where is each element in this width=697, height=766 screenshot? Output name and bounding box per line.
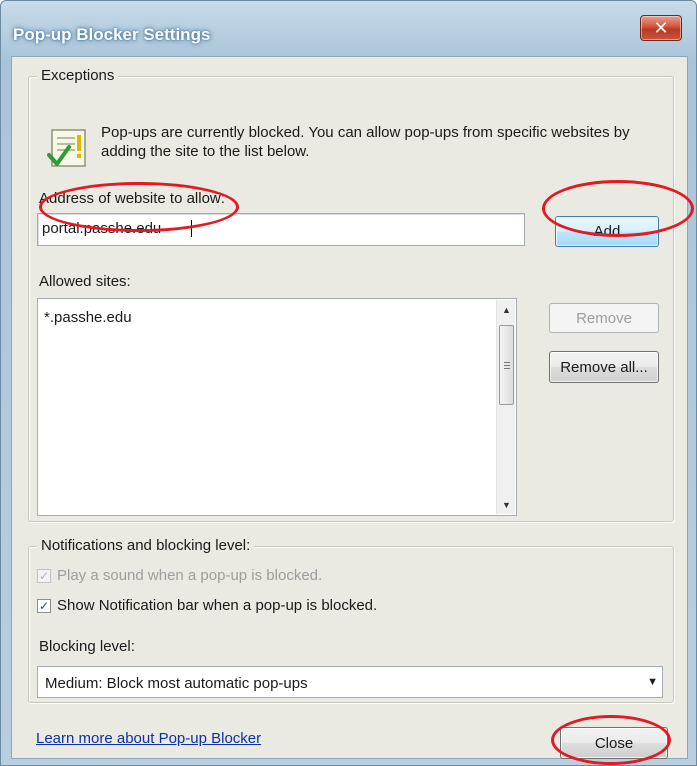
- play-sound-label: Play a sound when a pop-up is blocked.: [57, 567, 323, 584]
- close-x-icon[interactable]: ✕: [640, 15, 682, 41]
- exceptions-group: Exceptions Pop-ups are currently blocked…: [28, 67, 674, 522]
- notifications-legend: Notifications and blocking level:: [37, 537, 255, 554]
- address-input[interactable]: portal.passhe.edu: [37, 213, 525, 246]
- scrollbar-thumb[interactable]: [499, 325, 514, 405]
- list-item[interactable]: *.passhe.edu: [44, 309, 132, 326]
- learn-more-link[interactable]: Learn more about Pop-up Blocker: [36, 730, 261, 747]
- dropdown-arrow-icon[interactable]: ▼: [647, 676, 658, 688]
- remove-all-button[interactable]: Remove all...: [549, 351, 659, 383]
- exceptions-legend: Exceptions: [37, 67, 119, 84]
- dialog-window: Pop-up Blocker Settings ✕ Exceptions Pop…: [0, 0, 697, 766]
- address-label: Address of website to allow:: [39, 190, 225, 207]
- address-input-value: portal.passhe.edu: [42, 220, 162, 237]
- notifications-group: Notifications and blocking level: ✓ Play…: [28, 537, 674, 703]
- blocking-level-label: Blocking level:: [39, 638, 135, 655]
- scroll-up-icon[interactable]: ▲: [497, 300, 516, 319]
- text-caret: [191, 220, 192, 237]
- vertical-scrollbar[interactable]: ▲ ▼: [496, 300, 515, 514]
- add-button[interactable]: Add: [555, 216, 659, 247]
- blocking-level-select[interactable]: Medium: Block most automatic pop-ups ▼: [37, 666, 663, 698]
- remove-button[interactable]: Remove: [549, 303, 659, 333]
- info-text: Pop-ups are currently blocked. You can a…: [101, 124, 630, 160]
- show-notification-bar-label: Show Notification bar when a pop-up is b…: [57, 597, 378, 614]
- allowed-sites-label: Allowed sites:: [39, 273, 131, 290]
- title-bar[interactable]: Pop-up Blocker Settings ✕: [1, 1, 696, 59]
- checkmark-icon: ✓: [38, 569, 50, 583]
- checkmark-icon: ✓: [38, 599, 50, 613]
- dialog-client-area: Exceptions Pop-ups are currently blocked…: [11, 56, 688, 759]
- scroll-down-icon[interactable]: ▼: [497, 495, 516, 514]
- close-button[interactable]: Close: [560, 727, 668, 759]
- show-notification-bar-checkbox[interactable]: ✓: [37, 599, 51, 613]
- window-title: Pop-up Blocker Settings: [13, 25, 211, 44]
- info-check-icon: [47, 129, 86, 167]
- allowed-sites-list[interactable]: *.passhe.edu ▲ ▼: [37, 298, 517, 516]
- play-sound-checkbox[interactable]: ✓: [37, 569, 51, 583]
- blocking-level-value: Medium: Block most automatic pop-ups: [45, 675, 308, 692]
